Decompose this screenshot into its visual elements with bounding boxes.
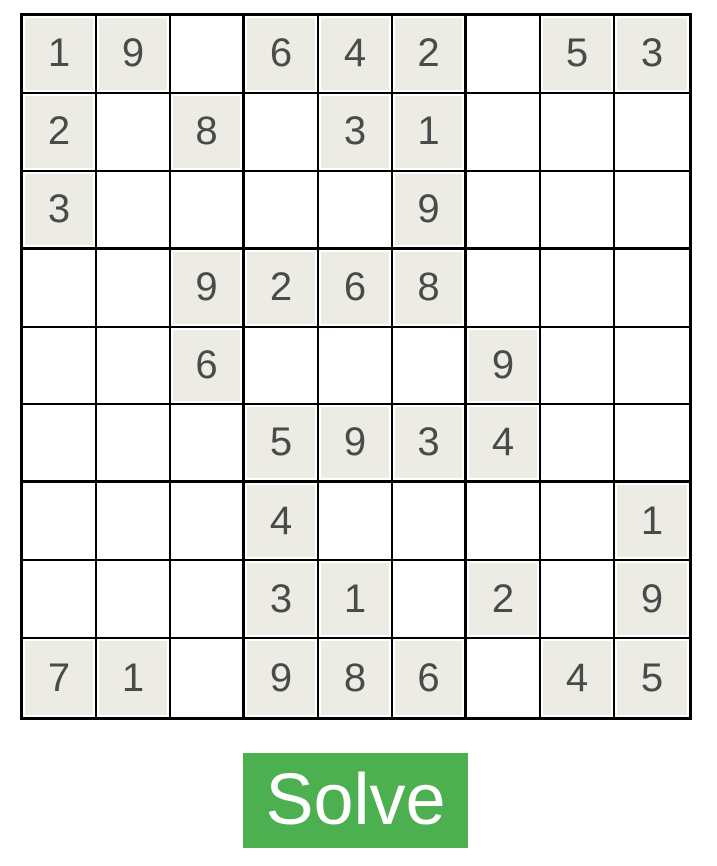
- empty-cell[interactable]: [467, 639, 541, 717]
- given-cell: 3: [393, 405, 467, 484]
- empty-cell[interactable]: [615, 250, 689, 328]
- empty-cell[interactable]: [467, 93, 541, 172]
- empty-cell[interactable]: [467, 483, 541, 562]
- empty-cell[interactable]: [245, 93, 319, 172]
- empty-cell[interactable]: [541, 327, 615, 406]
- empty-cell[interactable]: [171, 483, 245, 562]
- given-cell: 2: [23, 93, 97, 172]
- given-cell: 8: [319, 639, 393, 717]
- empty-cell[interactable]: [393, 327, 467, 406]
- given-cell: 3: [23, 171, 97, 250]
- empty-cell[interactable]: [245, 171, 319, 250]
- empty-cell[interactable]: [23, 327, 97, 406]
- empty-cell[interactable]: [393, 483, 467, 562]
- given-cell: 5: [615, 639, 689, 717]
- empty-cell[interactable]: [97, 249, 171, 328]
- empty-cell[interactable]: [171, 171, 245, 250]
- empty-cell[interactable]: [23, 249, 97, 328]
- given-cell: 9: [171, 249, 245, 328]
- empty-cell[interactable]: [171, 16, 245, 94]
- empty-cell[interactable]: [319, 483, 393, 562]
- given-cell: 4: [467, 405, 541, 484]
- given-cell: 3: [245, 561, 319, 640]
- empty-cell[interactable]: [467, 171, 541, 250]
- empty-cell[interactable]: [319, 171, 393, 250]
- given-cell: 4: [319, 16, 393, 94]
- sudoku-board: 196425328313992686959344131297198645: [20, 13, 692, 720]
- empty-cell[interactable]: [615, 172, 689, 250]
- empty-cell[interactable]: [97, 93, 171, 172]
- empty-cell[interactable]: [319, 327, 393, 406]
- given-cell: 1: [393, 93, 467, 172]
- empty-cell[interactable]: [615, 328, 689, 406]
- given-cell: 3: [615, 16, 689, 94]
- given-cell: 3: [319, 93, 393, 172]
- empty-cell[interactable]: [97, 171, 171, 250]
- given-cell: 1: [319, 561, 393, 640]
- empty-cell[interactable]: [615, 405, 689, 484]
- empty-cell[interactable]: [171, 561, 245, 640]
- empty-cell[interactable]: [23, 483, 97, 562]
- given-cell: 6: [319, 249, 393, 328]
- empty-cell[interactable]: [467, 249, 541, 328]
- given-cell: 1: [97, 639, 171, 717]
- empty-cell[interactable]: [541, 249, 615, 328]
- empty-cell[interactable]: [97, 483, 171, 562]
- given-cell: 9: [467, 327, 541, 406]
- given-cell: 6: [393, 639, 467, 717]
- given-cell: 9: [319, 405, 393, 484]
- given-cell: 2: [245, 249, 319, 328]
- given-cell: 4: [541, 639, 615, 717]
- given-cell: 1: [615, 483, 689, 562]
- given-cell: 9: [245, 639, 319, 717]
- given-cell: 9: [97, 16, 171, 94]
- given-cell: 8: [393, 249, 467, 328]
- empty-cell[interactable]: [171, 639, 245, 717]
- given-cell: 1: [23, 16, 97, 94]
- empty-cell[interactable]: [541, 405, 615, 484]
- empty-cell[interactable]: [23, 561, 97, 640]
- given-cell: 5: [541, 16, 615, 94]
- empty-cell[interactable]: [541, 93, 615, 172]
- given-cell: 9: [393, 171, 467, 250]
- empty-cell[interactable]: [467, 16, 541, 94]
- given-cell: 5: [245, 405, 319, 484]
- given-cell: 9: [615, 561, 689, 640]
- given-cell: 6: [171, 327, 245, 406]
- empty-cell[interactable]: [97, 327, 171, 406]
- given-cell: 6: [245, 16, 319, 94]
- empty-cell[interactable]: [393, 561, 467, 640]
- empty-cell[interactable]: [541, 561, 615, 640]
- given-cell: 4: [245, 483, 319, 562]
- empty-cell[interactable]: [97, 405, 171, 484]
- empty-cell[interactable]: [23, 405, 97, 484]
- empty-cell[interactable]: [615, 94, 689, 172]
- empty-cell[interactable]: [245, 327, 319, 406]
- empty-cell[interactable]: [541, 483, 615, 562]
- given-cell: 8: [171, 93, 245, 172]
- empty-cell[interactable]: [171, 405, 245, 484]
- given-cell: 2: [393, 16, 467, 94]
- solve-button[interactable]: Solve: [243, 753, 468, 848]
- empty-cell[interactable]: [97, 561, 171, 640]
- empty-cell[interactable]: [541, 171, 615, 250]
- given-cell: 7: [23, 639, 97, 717]
- given-cell: 2: [467, 561, 541, 640]
